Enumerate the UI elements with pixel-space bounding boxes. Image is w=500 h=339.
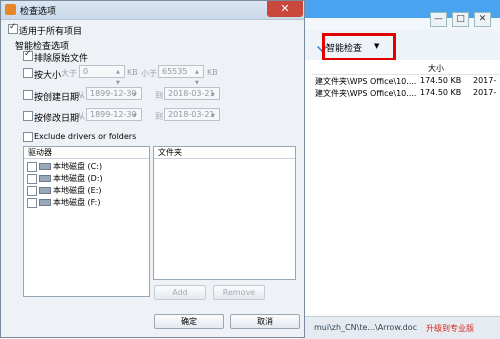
calendar-dropdown-icon[interactable]: ▼ bbox=[211, 90, 218, 99]
drive-checkbox[interactable] bbox=[27, 186, 37, 196]
file-path: 建文件夹\WPS Office\10.... bbox=[315, 77, 417, 86]
by-created-date-label: 按创建日期 bbox=[34, 93, 80, 103]
folders-list[interactable]: 文件夹 bbox=[153, 146, 296, 280]
drive-icon bbox=[39, 175, 51, 182]
apply-all-label: 适用于所有项目 bbox=[19, 27, 83, 37]
size-min-input[interactable]: 0 ▲ ▼ bbox=[79, 65, 125, 86]
modified-to-date[interactable]: 2018-03-21 ▼ bbox=[164, 108, 220, 121]
status-bar: mui\zh_CN\te...\Arrow.doc 升级到专业版 bbox=[300, 316, 500, 339]
drives-header: 驱动器 bbox=[24, 147, 149, 159]
dialog-title-bar: 检查选项 ✕ bbox=[1, 1, 304, 20]
spinner-icon[interactable]: ▲ ▼ bbox=[116, 67, 123, 86]
calendar-dropdown-icon[interactable]: ▼ bbox=[133, 90, 140, 99]
file-row[interactable]: 建文件夹\WPS Office\10.... 174.50 KB 2017- bbox=[315, 76, 496, 87]
file-row[interactable]: 建文件夹\WPS Office\10.... 174.50 KB 2017- bbox=[315, 88, 496, 99]
drive-label: 本地磁盘 (D:) bbox=[53, 174, 103, 183]
created-to-date[interactable]: 2018-03-21 ▼ bbox=[164, 87, 220, 100]
apply-all-checkbox[interactable] bbox=[8, 22, 18, 34]
drive-checkbox[interactable] bbox=[27, 198, 37, 208]
drive-label: 本地磁盘 (E:) bbox=[53, 186, 102, 195]
exclude-original-label: 排除原始文件 bbox=[34, 54, 89, 64]
to-label: 到 bbox=[155, 91, 163, 100]
exclude-drives-checkbox[interactable] bbox=[23, 132, 33, 142]
drives-list[interactable]: 驱动器 本地磁盘 (C:) 本地磁盘 (D:) 本地磁盘 (E:) 本地磁盘 (… bbox=[23, 146, 150, 297]
drive-item-c[interactable]: 本地磁盘 (C:) bbox=[27, 161, 102, 172]
drive-icon bbox=[39, 199, 51, 206]
drive-label: 本地磁盘 (F:) bbox=[53, 198, 101, 207]
column-size[interactable]: 大小 bbox=[428, 63, 444, 74]
calendar-dropdown-icon[interactable]: ▼ bbox=[211, 111, 218, 120]
background-title-bar bbox=[300, 0, 500, 18]
size-min-unit: KB bbox=[127, 68, 138, 77]
exclude-drives-label: Exclude drivers or folders bbox=[34, 132, 137, 141]
drive-item-d[interactable]: 本地磁盘 (D:) bbox=[27, 173, 103, 184]
file-list-header: 大小 bbox=[312, 62, 500, 75]
drive-icon bbox=[39, 187, 51, 194]
check-options-dialog: 检查选项 ✕ 适用于所有项目 智能检查选项 排除原始文件 按大小 大于 0 ▲▼… bbox=[0, 0, 305, 338]
by-modified-date-label: 按修改日期 bbox=[34, 114, 80, 124]
remove-folder-button[interactable]: Remove bbox=[213, 285, 265, 300]
from-label: 从 bbox=[77, 112, 85, 121]
ok-button[interactable]: 确定 bbox=[154, 314, 224, 329]
by-size-checkbox[interactable] bbox=[23, 68, 33, 78]
add-folder-button[interactable]: Add bbox=[154, 285, 206, 300]
by-modified-date-checkbox[interactable] bbox=[23, 111, 33, 121]
by-size-label: 按大小 bbox=[34, 71, 62, 81]
drive-label: 本地磁盘 (C:) bbox=[53, 162, 103, 171]
file-date: 2017- bbox=[473, 88, 497, 97]
date-value: 2018-03-21 bbox=[168, 89, 215, 98]
close-icon[interactable]: ✕ bbox=[267, 1, 303, 17]
date-value: 2018-03-21 bbox=[168, 110, 215, 119]
app-icon bbox=[5, 4, 16, 15]
upgrade-link[interactable]: 升级到专业版 bbox=[426, 323, 474, 334]
drive-checkbox[interactable] bbox=[27, 162, 37, 172]
size-min-value: 0 bbox=[83, 67, 89, 76]
drive-checkbox[interactable] bbox=[27, 174, 37, 184]
calendar-dropdown-icon[interactable]: ▼ bbox=[133, 111, 140, 120]
highlight-box bbox=[322, 33, 396, 61]
modified-from-date[interactable]: 1899-12-30 ▼ bbox=[86, 108, 142, 121]
date-value: 1899-12-30 bbox=[90, 89, 137, 98]
status-path: mui\zh_CN\te...\Arrow.doc bbox=[314, 323, 418, 332]
size-max-value: 65535 bbox=[162, 67, 188, 76]
exclude-original-checkbox[interactable] bbox=[23, 49, 33, 61]
dialog-title: 检查选项 bbox=[20, 7, 57, 17]
from-label: 从 bbox=[77, 91, 85, 100]
by-created-date-checkbox[interactable] bbox=[23, 90, 33, 100]
drive-item-e[interactable]: 本地磁盘 (E:) bbox=[27, 185, 102, 196]
drive-icon bbox=[39, 163, 51, 170]
drive-item-f[interactable]: 本地磁盘 (F:) bbox=[27, 197, 100, 208]
file-size: 174.50 KB bbox=[420, 76, 462, 85]
size-less-label: 小于 bbox=[141, 69, 157, 78]
date-value: 1899-12-30 bbox=[90, 110, 137, 119]
size-max-unit: KB bbox=[207, 68, 218, 77]
file-size: 174.50 KB bbox=[420, 88, 462, 97]
close-window-button[interactable]: ✕ bbox=[474, 12, 491, 27]
spinner-icon[interactable]: ▲ ▼ bbox=[195, 67, 202, 86]
file-path: 建文件夹\WPS Office\10.... bbox=[315, 89, 417, 98]
folders-header: 文件夹 bbox=[154, 147, 295, 159]
file-date: 2017- bbox=[473, 76, 497, 85]
minimize-button[interactable]: — bbox=[430, 12, 447, 27]
size-greater-label: 大于 bbox=[61, 69, 77, 78]
cancel-button[interactable]: 取消 bbox=[230, 314, 300, 329]
created-from-date[interactable]: 1899-12-30 ▼ bbox=[86, 87, 142, 100]
to-label: 到 bbox=[155, 112, 163, 121]
maximize-button[interactable]: □ bbox=[452, 12, 469, 27]
size-max-input[interactable]: 65535 ▲ ▼ bbox=[158, 65, 204, 86]
